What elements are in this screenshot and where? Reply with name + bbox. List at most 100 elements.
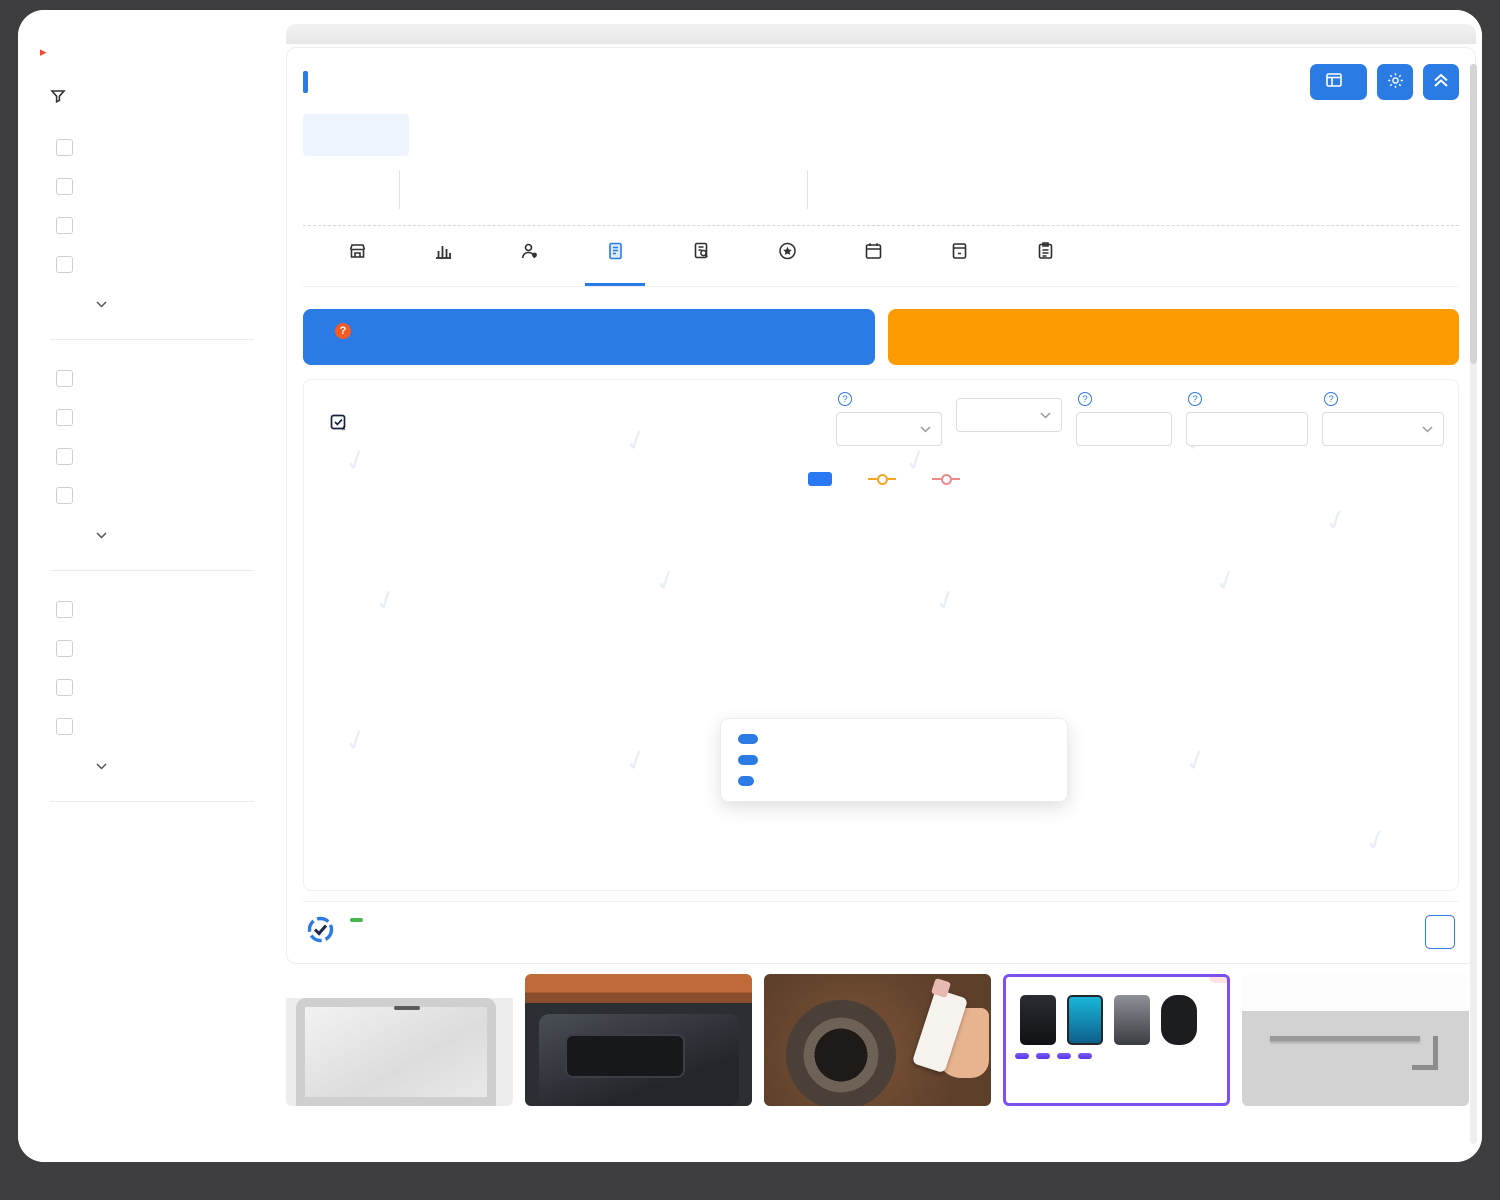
green-dash-icon xyxy=(350,918,363,922)
tv-frame-graphic xyxy=(296,998,496,1106)
discount-badge xyxy=(1209,977,1227,983)
vertical-scrollbar[interactable] xyxy=(1470,64,1477,1144)
checkbox[interactable] xyxy=(56,601,73,618)
tab-sales-distribution[interactable] xyxy=(401,242,485,286)
tab-product-list[interactable] xyxy=(1003,242,1087,286)
filter-option-domestic[interactable] xyxy=(56,139,261,156)
chart-tooltip xyxy=(720,718,1068,802)
tab-review-count[interactable] xyxy=(659,242,743,286)
bar-chart-icon xyxy=(401,242,485,262)
legend-market-share[interactable] xyxy=(868,478,904,480)
sorftime-check-icon xyxy=(307,916,334,948)
checkbox[interactable] xyxy=(56,679,73,696)
product-image-4-promo[interactable] xyxy=(1003,974,1230,1106)
graphic xyxy=(565,1034,685,1078)
checkbox[interactable] xyxy=(56,178,73,195)
checkbox[interactable] xyxy=(56,718,73,735)
report-card xyxy=(286,47,1476,964)
filter-option-shopee-mall[interactable] xyxy=(56,370,261,387)
legend-review-share[interactable] xyxy=(932,478,968,480)
tab-shop-attributes[interactable] xyxy=(917,242,1001,286)
split-window-button[interactable] xyxy=(1310,64,1367,100)
help-icon[interactable] xyxy=(1324,392,1338,406)
filter-option-ace[interactable] xyxy=(56,640,261,657)
product-image-3[interactable] xyxy=(764,974,991,1106)
checkbox[interactable] xyxy=(56,640,73,657)
star-icon xyxy=(745,242,829,262)
help-icon[interactable] xyxy=(1078,392,1092,406)
filter-option-overseas[interactable] xyxy=(56,178,261,195)
control-start-price xyxy=(1076,392,1172,446)
calendar-icon xyxy=(831,242,915,262)
checkbox[interactable] xyxy=(56,487,73,504)
filter-option-gell[interactable] xyxy=(56,679,261,696)
search-filter-header xyxy=(50,88,274,109)
bulk-copy-product-id-button[interactable] xyxy=(1425,915,1455,949)
help-icon[interactable] xyxy=(838,392,852,406)
filter-option-fulfilled-by-shopee[interactable] xyxy=(56,409,261,426)
filter-option-platinum-karaoke[interactable] xyxy=(56,718,261,735)
checkbox[interactable] xyxy=(56,256,73,273)
collapse-button[interactable] xyxy=(1423,64,1459,100)
brand-more-button[interactable] xyxy=(87,757,274,775)
stat-product-count xyxy=(303,170,399,209)
divider xyxy=(50,339,254,340)
help-icon[interactable] xyxy=(1188,392,1202,406)
legend-product-count[interactable] xyxy=(808,472,840,486)
filter-option-kuku[interactable] xyxy=(56,601,261,618)
tab-price-range[interactable] xyxy=(573,242,657,286)
price-distribution-chart[interactable] xyxy=(318,490,1444,888)
checkbox[interactable] xyxy=(56,139,73,156)
earphone-thumb xyxy=(1161,995,1197,1045)
filter-option-siguradong-mura[interactable] xyxy=(56,448,261,465)
checkbox[interactable] xyxy=(56,370,73,387)
new-product-price-banner xyxy=(888,309,1460,365)
analysis-type-select[interactable] xyxy=(956,398,1062,432)
blue-square-icon xyxy=(808,472,832,486)
checkbox[interactable] xyxy=(56,448,73,465)
section-title xyxy=(330,414,357,437)
tab-seller-sales[interactable] xyxy=(487,242,571,286)
filter-option-north-luzon[interactable] xyxy=(56,256,261,273)
metal-bracket-graphic xyxy=(1270,1036,1420,1041)
start-price-input[interactable] xyxy=(1076,412,1172,446)
speaker-thumb xyxy=(1020,995,1056,1045)
stat-monthly-sales xyxy=(399,170,491,209)
promo-tag xyxy=(1057,1053,1071,1059)
span-input[interactable] xyxy=(1186,412,1308,446)
shops-promos-more-button[interactable] xyxy=(87,526,274,544)
stat-monthly-revenue xyxy=(491,170,631,209)
rust-ring-graphic xyxy=(786,1000,896,1106)
settings-button[interactable] xyxy=(1377,64,1413,100)
filter-option-metro-manila[interactable] xyxy=(56,217,261,234)
data-range-select[interactable] xyxy=(836,412,942,446)
product-image-1[interactable] xyxy=(286,974,513,1106)
help-icon[interactable] xyxy=(335,323,351,339)
graphic xyxy=(394,1006,420,1010)
stat-flagship-shop-share xyxy=(1263,170,1403,209)
product-image-5[interactable] xyxy=(1242,974,1469,1106)
shipped-from-more-button[interactable] xyxy=(87,295,274,313)
tab-listing-time[interactable] xyxy=(831,242,915,286)
tab-market-overview[interactable] xyxy=(315,242,399,286)
control-span xyxy=(1186,392,1308,446)
tooltip-row xyxy=(738,734,1050,744)
orange-line-marker-icon xyxy=(868,478,896,480)
chevron-down-icon xyxy=(1422,426,1433,433)
chevron-down-icon xyxy=(96,295,107,313)
scrollbar-thumb[interactable] xyxy=(1470,64,1477,364)
breadcrumb xyxy=(303,114,409,156)
gear-icon xyxy=(1387,72,1404,92)
new-product-definition-select[interactable] xyxy=(1322,412,1444,446)
promo-tag xyxy=(1036,1053,1050,1059)
product-image-2[interactable] xyxy=(525,974,752,1106)
filter-option-spaylater[interactable] xyxy=(56,487,261,504)
checkbox[interactable] xyxy=(56,409,73,426)
phone-stand-thumb xyxy=(1114,995,1150,1045)
sorftime-logo xyxy=(307,916,377,948)
checkbox[interactable] xyxy=(56,217,73,234)
tooltip-row xyxy=(738,755,1050,765)
app-window xyxy=(18,10,1482,1162)
stat-top5-seller-monopoly xyxy=(969,170,1127,209)
tab-rating-stars[interactable] xyxy=(745,242,829,286)
